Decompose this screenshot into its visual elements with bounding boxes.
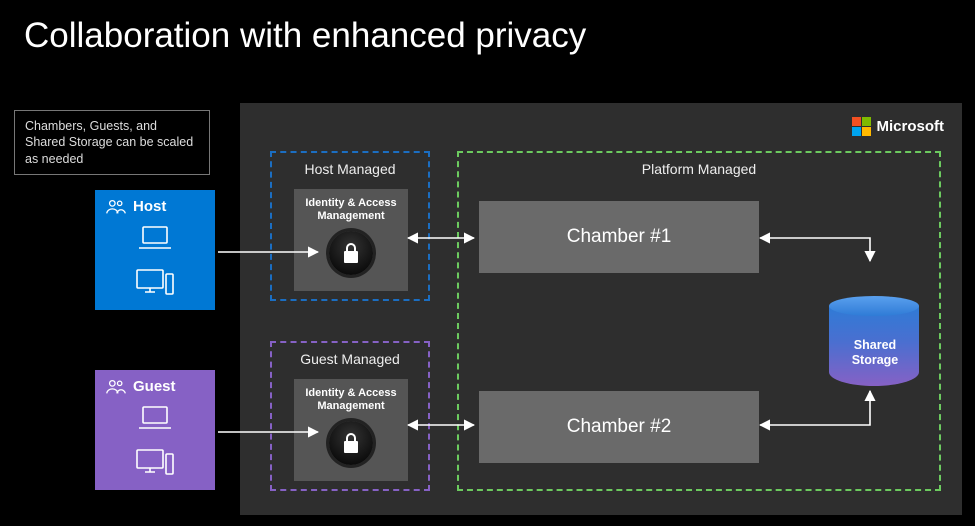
host-managed-panel: Host Managed Identity & Access Managemen… (270, 151, 430, 301)
host-label: Host (133, 198, 166, 215)
chamber-2: Chamber #2 (479, 391, 759, 463)
desktop-icon (135, 268, 175, 298)
storage-label: Shared Storage (829, 338, 921, 368)
platform-managed-panel: Platform Managed Chamber #1 Chamber #2 S… (457, 151, 941, 491)
people-icon (105, 198, 127, 216)
brand-logo: Microsoft (852, 117, 945, 136)
microsoft-icon (852, 117, 871, 136)
laptop-icon (137, 224, 173, 252)
chamber-1: Chamber #1 (479, 201, 759, 273)
brand-name: Microsoft (877, 118, 945, 135)
host-managed-label: Host Managed (272, 161, 428, 177)
scaling-note: Chambers, Guests, and Shared Storage can… (14, 110, 210, 175)
lock-icon (329, 231, 373, 275)
iam-label: Identity & Access Management (294, 387, 408, 413)
iam-label: Identity & Access Management (294, 197, 408, 223)
guest-managed-panel: Guest Managed Identity & Access Manageme… (270, 341, 430, 491)
platform-canvas: Microsoft Host Managed Identity & Access… (240, 103, 962, 515)
lock-icon (329, 421, 373, 465)
host-party: Host (95, 190, 215, 310)
host-iam-box: Identity & Access Management (294, 189, 408, 291)
laptop-icon (137, 404, 173, 432)
guest-label: Guest (133, 378, 176, 395)
platform-managed-label: Platform Managed (459, 161, 939, 177)
guest-party: Guest (95, 370, 215, 490)
guest-managed-label: Guest Managed (272, 351, 428, 367)
page-title: Collaboration with enhanced privacy (24, 16, 586, 56)
shared-storage: Shared Storage (829, 296, 921, 396)
people-icon (105, 378, 127, 396)
desktop-icon (135, 448, 175, 478)
guest-iam-box: Identity & Access Management (294, 379, 408, 481)
